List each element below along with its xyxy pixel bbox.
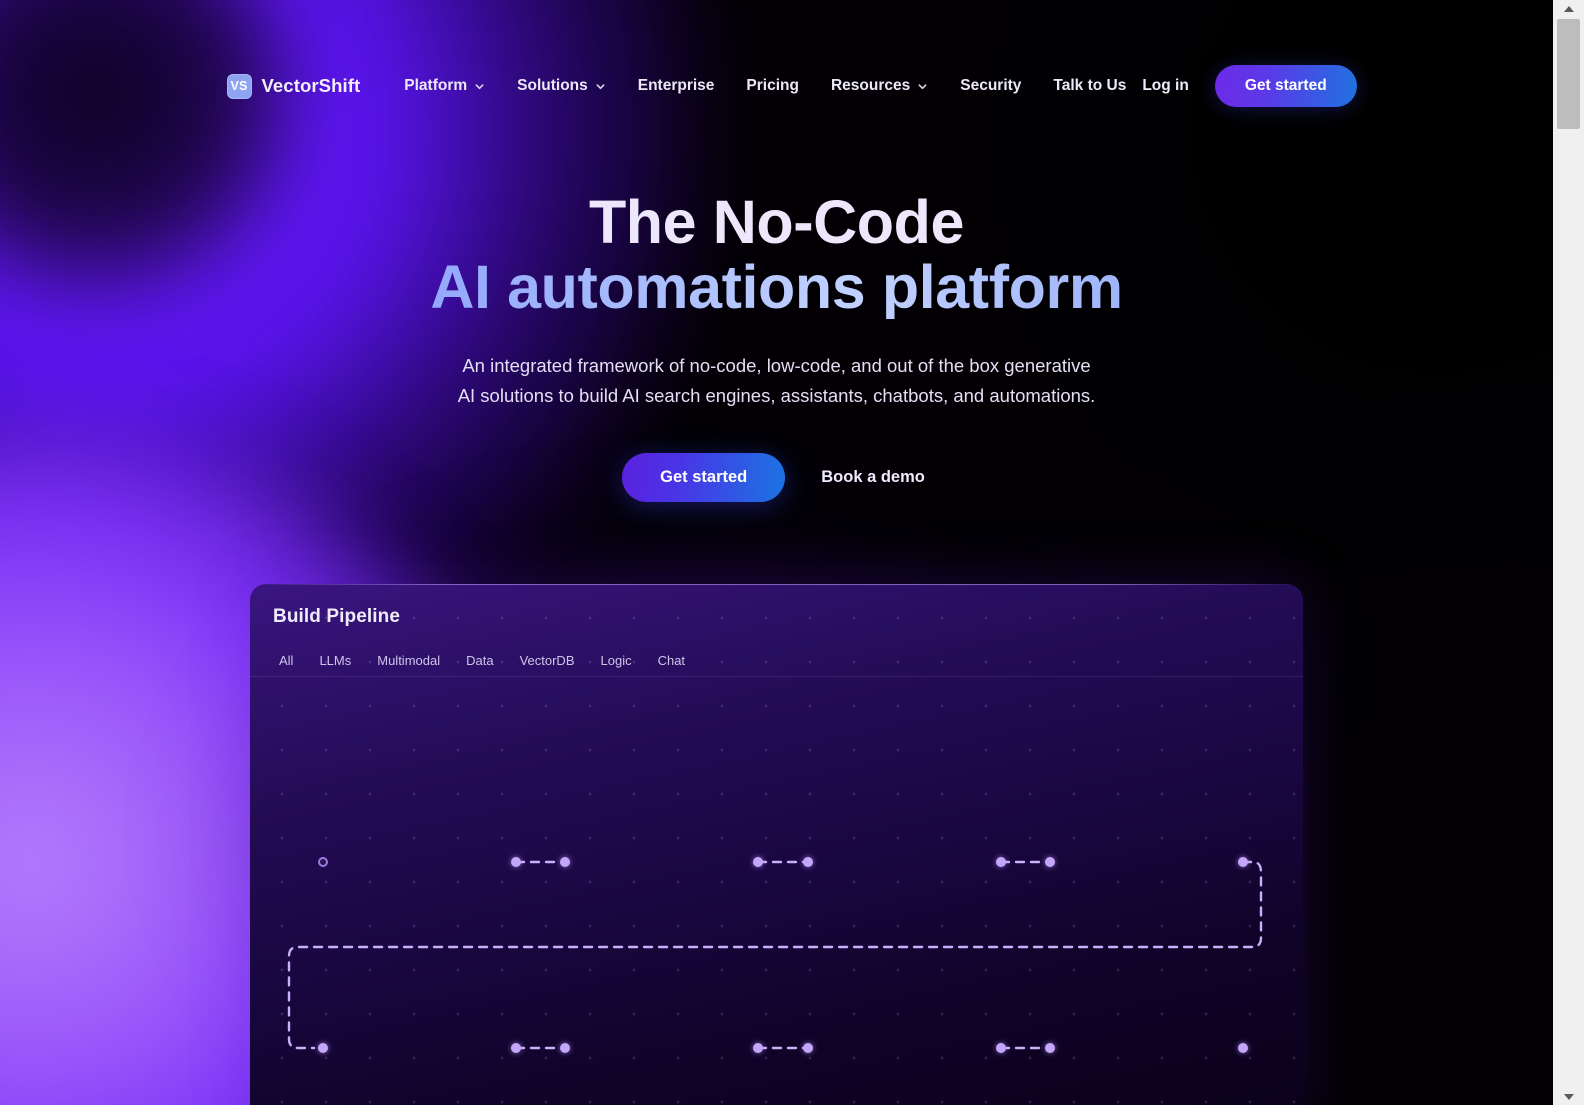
nav-item-talk-to-us[interactable]: Talk to Us bbox=[1037, 71, 1142, 101]
port-fileloader-out[interactable] bbox=[753, 857, 763, 867]
port-input2-out[interactable] bbox=[511, 1043, 521, 1053]
nav-item-enterprise[interactable]: Enterprise bbox=[622, 71, 731, 101]
page-viewport: VS VectorShift Platform Solutions Enterp… bbox=[0, 0, 1553, 1105]
chevron-down-icon bbox=[474, 81, 485, 92]
nav-label-platform: Platform bbox=[404, 77, 468, 94]
build-pipeline-panel: Build Pipeline All LLMs Multimodal Data … bbox=[250, 584, 1303, 1105]
port-text-out[interactable] bbox=[996, 1043, 1006, 1053]
nav-label-pricing: Pricing bbox=[746, 77, 799, 94]
tab-vectordb[interactable]: VectorDB bbox=[507, 648, 588, 673]
port-vdbloader-in[interactable] bbox=[803, 857, 813, 867]
nav-get-started-button[interactable]: Get started bbox=[1214, 65, 1357, 107]
port-vdbreader-out[interactable] bbox=[1238, 857, 1248, 867]
tab-llms[interactable]: LLMs bbox=[306, 648, 364, 673]
port-chatmemory-in[interactable] bbox=[560, 1043, 570, 1053]
scrollbar-down-arrow-icon[interactable] bbox=[1553, 1088, 1584, 1105]
port-openai-in[interactable] bbox=[1045, 1043, 1055, 1053]
nav-item-pricing[interactable]: Pricing bbox=[730, 71, 815, 101]
chevron-down-icon bbox=[917, 81, 928, 92]
port-openai-out[interactable] bbox=[1238, 1043, 1248, 1053]
nav-label-resources: Resources bbox=[830, 77, 911, 94]
nav-label-talk-to-us: Talk to Us bbox=[1053, 77, 1127, 94]
nav-item-resources[interactable]: Resources bbox=[815, 71, 944, 101]
scrollbar-up-arrow-icon[interactable] bbox=[1553, 0, 1584, 17]
hero-get-started-button[interactable]: Get started bbox=[622, 453, 786, 503]
scrollbar-thumb[interactable] bbox=[1557, 19, 1580, 129]
pipeline-category-tabs: All LLMs Multimodal Data VectorDB Logic … bbox=[274, 648, 698, 673]
port-input2-in[interactable] bbox=[318, 1043, 328, 1053]
brand-name: VectorShift bbox=[261, 75, 361, 96]
hero-headline-line-1: The No-Code bbox=[588, 188, 965, 256]
port-vdbreader-in[interactable] bbox=[1045, 857, 1055, 867]
tab-all[interactable]: All bbox=[274, 648, 306, 673]
nav-item-solutions[interactable]: Solutions bbox=[501, 71, 622, 101]
panel-top-edge bbox=[250, 584, 1303, 585]
tab-multimodal[interactable]: Multimodal bbox=[364, 648, 453, 673]
top-navigation-bar: VS VectorShift Platform Solutions Enterp… bbox=[0, 0, 1553, 168]
login-link[interactable]: Log in bbox=[1142, 77, 1189, 95]
nav-label-enterprise: Enterprise bbox=[637, 77, 715, 94]
hero-subheadline: An integrated framework of no-code, low-… bbox=[457, 355, 1096, 407]
nav-item-platform[interactable]: Platform bbox=[404, 71, 501, 101]
brand-logo[interactable]: VS VectorShift bbox=[226, 73, 361, 99]
hero-headline-line-2: AI automations platform bbox=[430, 252, 1123, 321]
tab-logic[interactable]: Logic bbox=[588, 648, 645, 673]
port-input1-in[interactable] bbox=[318, 857, 328, 867]
port-text-in[interactable] bbox=[803, 1043, 813, 1053]
chevron-down-icon bbox=[595, 81, 606, 92]
pipeline-canvas[interactable] bbox=[250, 677, 1303, 1105]
port-vdbloader-out[interactable] bbox=[996, 857, 1006, 867]
nav-item-security[interactable]: Security bbox=[944, 71, 1037, 101]
port-fileloader-in[interactable] bbox=[560, 857, 570, 867]
vectorshift-logo-icon: VS bbox=[226, 73, 252, 99]
tab-data[interactable]: Data bbox=[453, 648, 506, 673]
tab-chat[interactable]: Chat bbox=[645, 648, 698, 673]
browser-scrollbar[interactable] bbox=[1553, 0, 1584, 1105]
hero-cta-row: Get started Book a demo bbox=[622, 453, 931, 503]
hero-headline: The No-Code AI automations platform bbox=[430, 188, 1123, 321]
port-input1-out[interactable] bbox=[511, 857, 521, 867]
nav-label-security: Security bbox=[960, 77, 1022, 94]
nav-label-solutions: Solutions bbox=[517, 77, 588, 94]
book-a-demo-button[interactable]: Book a demo bbox=[815, 458, 931, 497]
port-chatmemory-out[interactable] bbox=[753, 1043, 763, 1053]
hero-section: The No-Code AI automations platform An i… bbox=[0, 188, 1553, 503]
pipeline-panel-title: Build Pipeline bbox=[273, 606, 401, 627]
nav-actions: Log in Get started bbox=[1142, 65, 1357, 107]
primary-nav-links: Platform Solutions Enterprise Pricing Re… bbox=[404, 71, 1142, 101]
